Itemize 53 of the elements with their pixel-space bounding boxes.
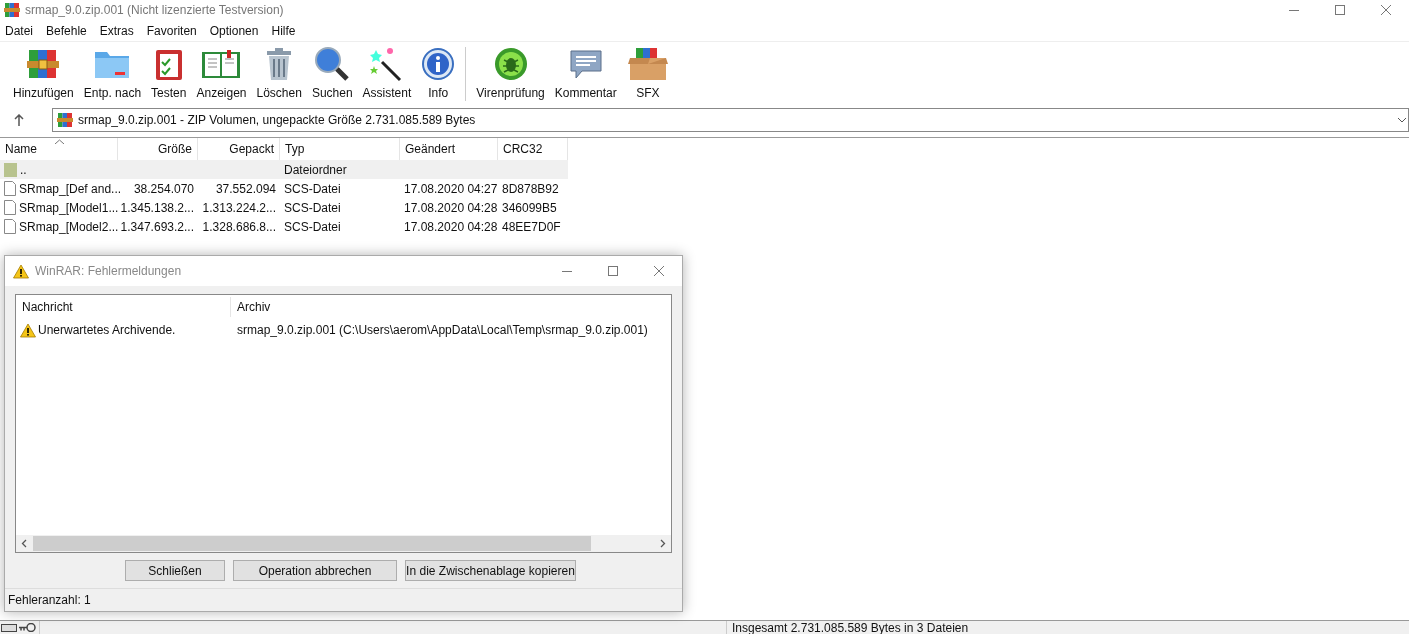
table-cell-text: SRmap_[Model2... <box>19 218 119 236</box>
file-row[interactable]: SRmap_[Model1... 1.345.138.2... 1.313.224.2... SCS-Datei 17.08.2020 04:28 346099B5 <box>0 198 568 217</box>
menu-item[interactable]: Hilfe <box>271 21 296 40</box>
table-cell-text: 1.313.224.2... <box>202 199 276 217</box>
table-cell-text: 37.552.094 <box>215 180 276 198</box>
dialog-button[interactable]: Schließen <box>125 560 225 581</box>
address-field[interactable]: srmap_9.0.zip.001 - ZIP Volumen, ungepackte Größe 2.731.085.589 Bytes <box>52 108 1409 132</box>
error-count: Fehleranzahl: 1 <box>8 592 91 609</box>
menu-item[interactable]: Datei <box>5 21 33 40</box>
column-header[interactable]: Archiv <box>231 297 671 317</box>
column-header[interactable]: Nachricht <box>16 297 231 317</box>
table-cell-text: 17.08.2020 04:27 <box>404 180 498 198</box>
dialog-title: WinRAR: Fehlermeldungen <box>35 263 182 280</box>
table-cell-text: 48EE7D0F <box>502 218 561 236</box>
table-cell-text: 1.347.693.2... <box>120 218 194 236</box>
table-cell-text: 1.345.138.2... <box>120 199 194 217</box>
file-row[interactable]: .. Dateiordner <box>0 160 568 179</box>
toolbar-button[interactable]: Suchen <box>306 46 358 102</box>
table-cell-text: SRmap_[Def and... <box>19 180 122 198</box>
toolbar-button[interactable]: Löschen <box>251 46 307 102</box>
toolbar-button[interactable]: Assistent <box>357 46 417 102</box>
table-cell-text: 38.254.070 <box>133 180 194 198</box>
table-cell-text: Unerwartetes Archivende. <box>38 322 176 339</box>
table-cell-text: SRmap_[Model1... <box>19 199 119 217</box>
window-title: srmap_9.0.zip.001 (Nicht lizenzierte Testversion) <box>25 2 284 19</box>
toolbar-button[interactable]: Virenprüfung <box>471 46 550 102</box>
toolbar-button[interactable]: Anzeigen <box>191 46 252 102</box>
toolbar-button[interactable]: Entp. nach <box>78 46 147 102</box>
table-cell-text: 346099B5 <box>502 199 557 217</box>
toolbar-button[interactable]: Kommentar <box>549 46 622 102</box>
table-cell-text: SCS-Datei <box>284 180 341 198</box>
table-cell-text: SCS-Datei <box>284 218 341 236</box>
menu-item[interactable]: Optionen <box>209 21 259 40</box>
dialog-button[interactable]: In die Zwischenablage kopieren <box>405 560 576 581</box>
file-row[interactable]: SRmap_[Model2... 1.347.693.2... 1.328.686.8... SCS-Datei 17.08.2020 04:28 48EE7D0F <box>0 217 568 236</box>
table-cell-text: 1.328.686.8... <box>202 218 276 236</box>
table-cell-text: 17.08.2020 04:28 <box>404 218 498 236</box>
menu-item[interactable]: Extras <box>99 21 134 40</box>
toolbar-button[interactable]: Info <box>416 46 461 102</box>
status-text: Insgesamt 2.731.085.589 Bytes in 3 Dateien <box>732 621 969 634</box>
table-cell-text: 17.08.2020 04:28 <box>404 199 498 217</box>
table-cell-text: .. <box>20 161 27 179</box>
dialog-button[interactable]: Operation abbrechen <box>233 560 397 581</box>
menu-item[interactable]: Favoriten <box>146 21 197 40</box>
table-cell-text: Dateiordner <box>284 161 347 179</box>
table-cell-text: 8D878B92 <box>502 180 559 198</box>
toolbar-button[interactable]: Testen <box>146 46 192 102</box>
file-row[interactable]: SRmap_[Def and... 38.254.070 37.552.094 SCS-Datei 17.08.2020 04:27 8D878B92 <box>0 179 568 198</box>
table-cell-text: srmap_9.0.zip.001 (C:\Users\aerom\AppData\Local\Temp\srmap_9.0.zip.001) <box>236 322 649 339</box>
toolbar-button[interactable]: SFX <box>621 46 674 102</box>
table-cell-text: SCS-Datei <box>284 199 341 217</box>
toolbar-button[interactable]: Hinzufügen <box>8 46 79 102</box>
menu-item[interactable]: Befehle <box>46 21 87 40</box>
